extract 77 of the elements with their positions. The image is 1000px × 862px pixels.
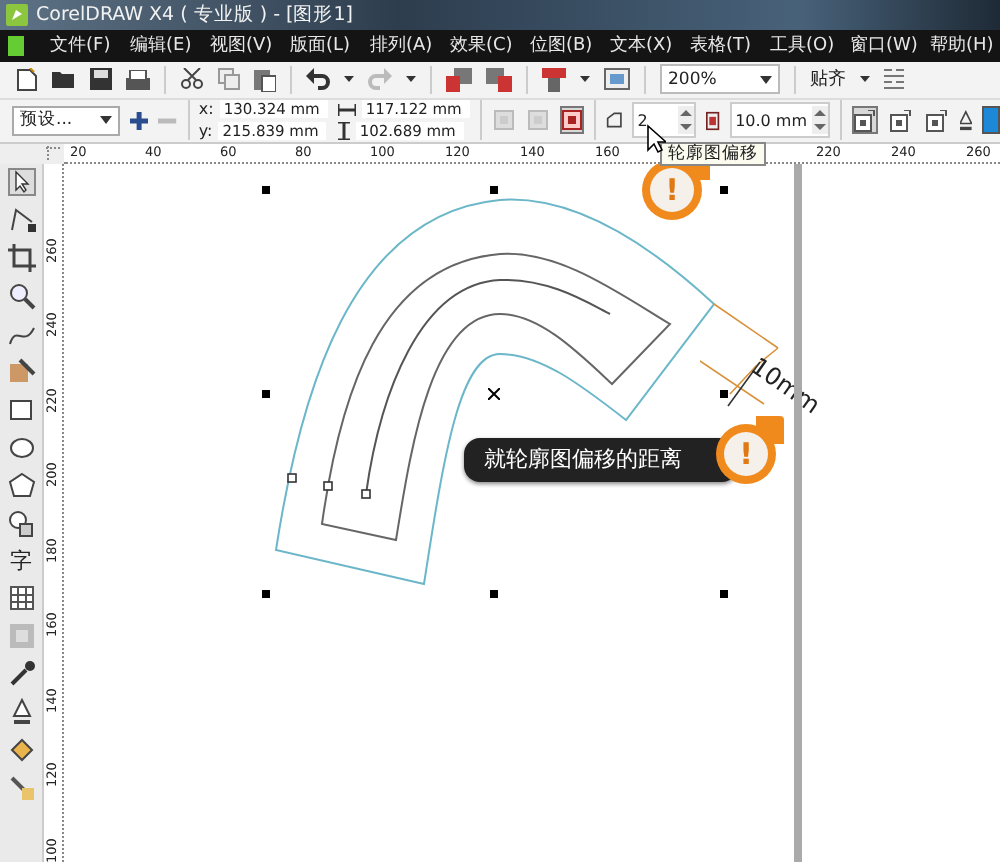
selection-handle[interactable] (490, 589, 498, 597)
snap-button[interactable]: 贴齐 (810, 66, 846, 93)
caret-icon[interactable] (760, 75, 772, 84)
selection-handle[interactable] (720, 389, 728, 397)
options-icon[interactable] (884, 67, 904, 92)
menu-item[interactable]: 文件(F) (40, 32, 120, 59)
contour-option-button[interactable] (887, 106, 914, 134)
menu-item[interactable]: 版面(L) (280, 32, 360, 59)
x-label: x: (198, 100, 214, 118)
offset-field[interactable]: 10.0 mm (729, 102, 830, 138)
folder-icon[interactable] (52, 69, 76, 90)
zoom-dropdown[interactable]: 200% (660, 64, 780, 95)
app-icon (6, 3, 28, 26)
tooltip: 轮廓图偏移 (660, 141, 766, 165)
ellipse-tool-icon[interactable] (7, 433, 35, 461)
menu-item[interactable]: 视图(V) (200, 32, 280, 59)
selection-handle[interactable] (262, 389, 270, 397)
undo-icon[interactable] (306, 68, 330, 91)
ruler-origin-icon[interactable] (44, 143, 64, 163)
interactive-fill-icon[interactable] (7, 773, 35, 801)
pen-icon[interactable] (7, 697, 35, 725)
import-icon[interactable] (446, 67, 472, 92)
selection-handle[interactable] (720, 185, 728, 193)
contour-option-button[interactable] (851, 106, 878, 134)
menu-item[interactable]: 帮助(H) (920, 32, 1000, 59)
caret-icon[interactable] (100, 116, 113, 124)
caret-icon[interactable] (406, 76, 416, 83)
caret-icon[interactable] (860, 76, 870, 83)
steps-icon (605, 110, 622, 130)
menu-item[interactable]: 排列(A) (360, 32, 440, 59)
save-icon[interactable] (90, 68, 112, 91)
caret-icon[interactable] (580, 76, 590, 83)
contour-mode-button[interactable] (559, 106, 584, 134)
scissors-icon[interactable] (180, 68, 204, 91)
offset-icon (705, 109, 720, 131)
polygon-tool-icon[interactable] (7, 471, 35, 499)
paste-icon[interactable] (254, 67, 276, 92)
pointer-icon[interactable] (7, 167, 35, 195)
contour-option-button[interactable] (923, 106, 950, 134)
spinner-icon[interactable] (677, 106, 694, 134)
window-title: CorelDRAW X4 ( 专业版 ) - [图形1] (36, 1, 353, 28)
menu-item[interactable]: 工具(O) (760, 32, 840, 59)
menu-item[interactable]: 编辑(E) (120, 32, 200, 59)
menu-item[interactable]: 窗口(W) (840, 32, 920, 59)
menu-item[interactable]: 文本(X) (600, 32, 680, 59)
preset-dropdown[interactable]: 预设... (12, 105, 121, 135)
crop-tool-icon[interactable] (7, 243, 35, 271)
table-tool-icon[interactable] (7, 583, 35, 611)
color-swatch[interactable] (981, 106, 1000, 134)
selection-handle[interactable] (262, 185, 270, 193)
caret-icon[interactable] (344, 76, 354, 83)
selection-handle[interactable] (490, 185, 498, 193)
menu-item[interactable]: 效果(C) (440, 32, 520, 59)
menu-item[interactable]: 位图(B) (520, 32, 600, 59)
eyedropper-icon[interactable] (7, 659, 35, 687)
print-icon[interactable] (126, 69, 150, 90)
copy-icon[interactable] (218, 68, 240, 91)
zoom-icon[interactable] (7, 281, 35, 309)
height-icon (337, 122, 350, 140)
menu-item[interactable]: 表格(T) (680, 32, 760, 59)
width-icon (337, 103, 356, 115)
pen-icon[interactable] (959, 109, 972, 131)
center-mark-icon (488, 387, 500, 399)
document-icon (8, 35, 24, 56)
text-tool[interactable]: 字 (10, 547, 32, 573)
basic-shapes-icon[interactable] (7, 509, 35, 537)
selection-handle[interactable] (262, 589, 270, 597)
paint-bucket-icon[interactable] (7, 735, 35, 763)
export-icon[interactable] (486, 67, 512, 92)
smart-fill-icon[interactable] (7, 357, 35, 385)
new-document-icon[interactable] (16, 67, 38, 92)
shape-tool-icon[interactable] (7, 205, 35, 233)
y-label: y: (198, 122, 213, 140)
spinner-icon[interactable] (811, 106, 828, 134)
plus-icon[interactable] (130, 109, 149, 131)
selection-handle[interactable] (720, 589, 728, 597)
rectangle-tool-icon[interactable] (7, 395, 35, 423)
